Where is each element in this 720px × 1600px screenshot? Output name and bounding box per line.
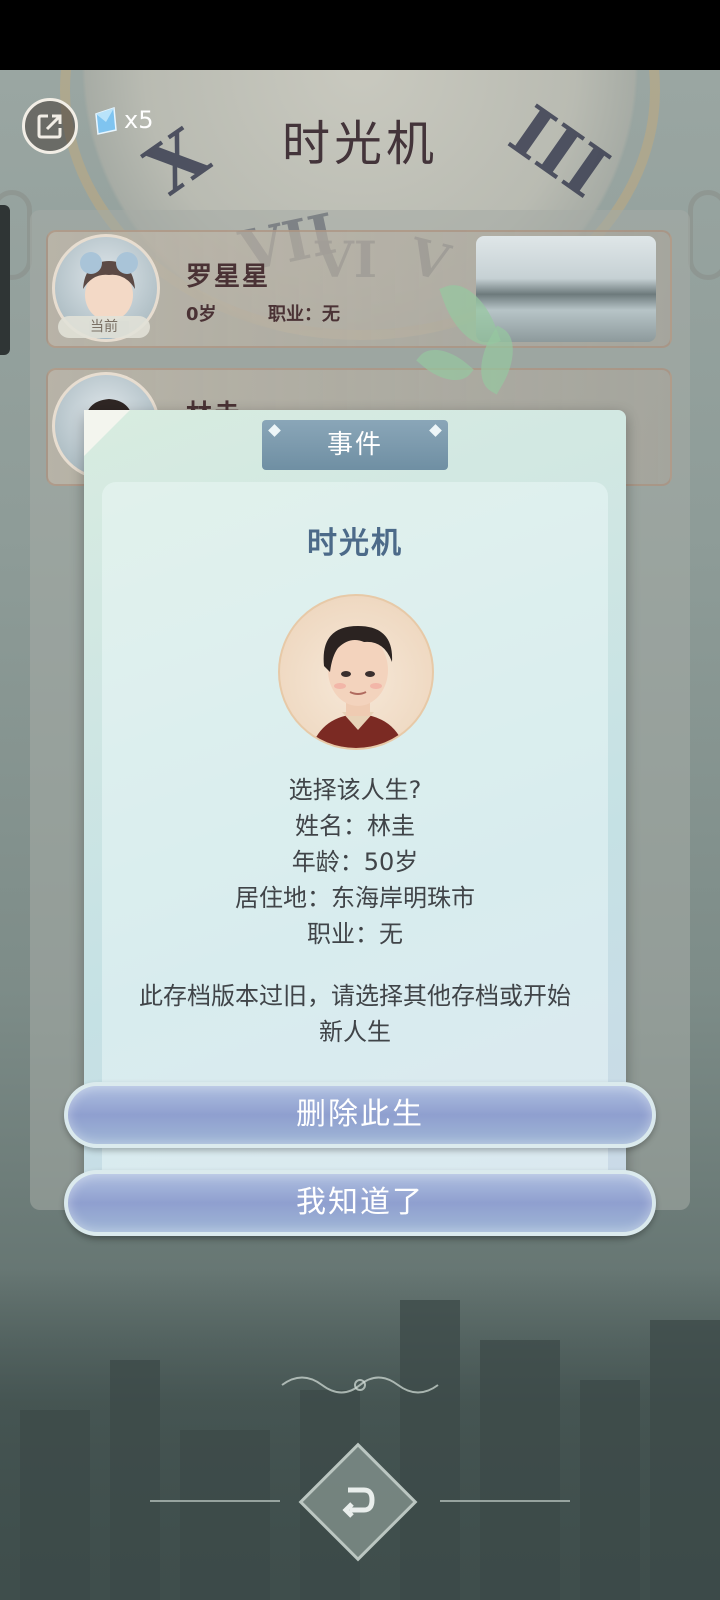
detail-residence: 居住地：东海岸明珠市 (235, 884, 475, 912)
divider-line (150, 1500, 280, 1502)
scroll-ornament-icon (281, 1376, 439, 1394)
detail-job: 职业：无 (307, 920, 403, 948)
slot-1-job: 职业：无 (268, 304, 340, 325)
dialog-title: 时光机 (307, 526, 403, 561)
delete-life-button[interactable]: 删除此生 (64, 1082, 656, 1148)
outdated-save-warning: 此存档版本过旧，请选择其他存档或开始新人生 (139, 982, 571, 1046)
back-arrow-icon (342, 1487, 375, 1518)
slot-1-name: 罗星星 (186, 262, 271, 292)
divider-line (440, 1500, 570, 1502)
acknowledge-button[interactable]: 我知道了 (64, 1170, 656, 1236)
character-portrait (278, 594, 434, 750)
dialog-banner: 事件 (262, 420, 448, 470)
detail-age: 年龄：50岁 (291, 848, 419, 876)
paper-corner-fold (84, 410, 130, 456)
detail-name: 姓名：林圭 (295, 812, 415, 840)
slot-1-landscape-image (476, 236, 656, 342)
character-portrait-image (311, 626, 405, 748)
dialog-banner-label: 事件 (326, 430, 383, 460)
banner-ornament (429, 424, 442, 437)
current-slot-tag: 当前 (58, 316, 150, 338)
select-life-question: 选择该人生? (288, 776, 422, 804)
status-bar (0, 0, 720, 70)
side-drawer-handle[interactable] (0, 205, 10, 355)
slot-1-age: 0岁 (186, 304, 217, 325)
page-title: 时光机 (281, 116, 438, 172)
chain-decoration (688, 190, 720, 280)
banner-ornament (268, 424, 281, 437)
